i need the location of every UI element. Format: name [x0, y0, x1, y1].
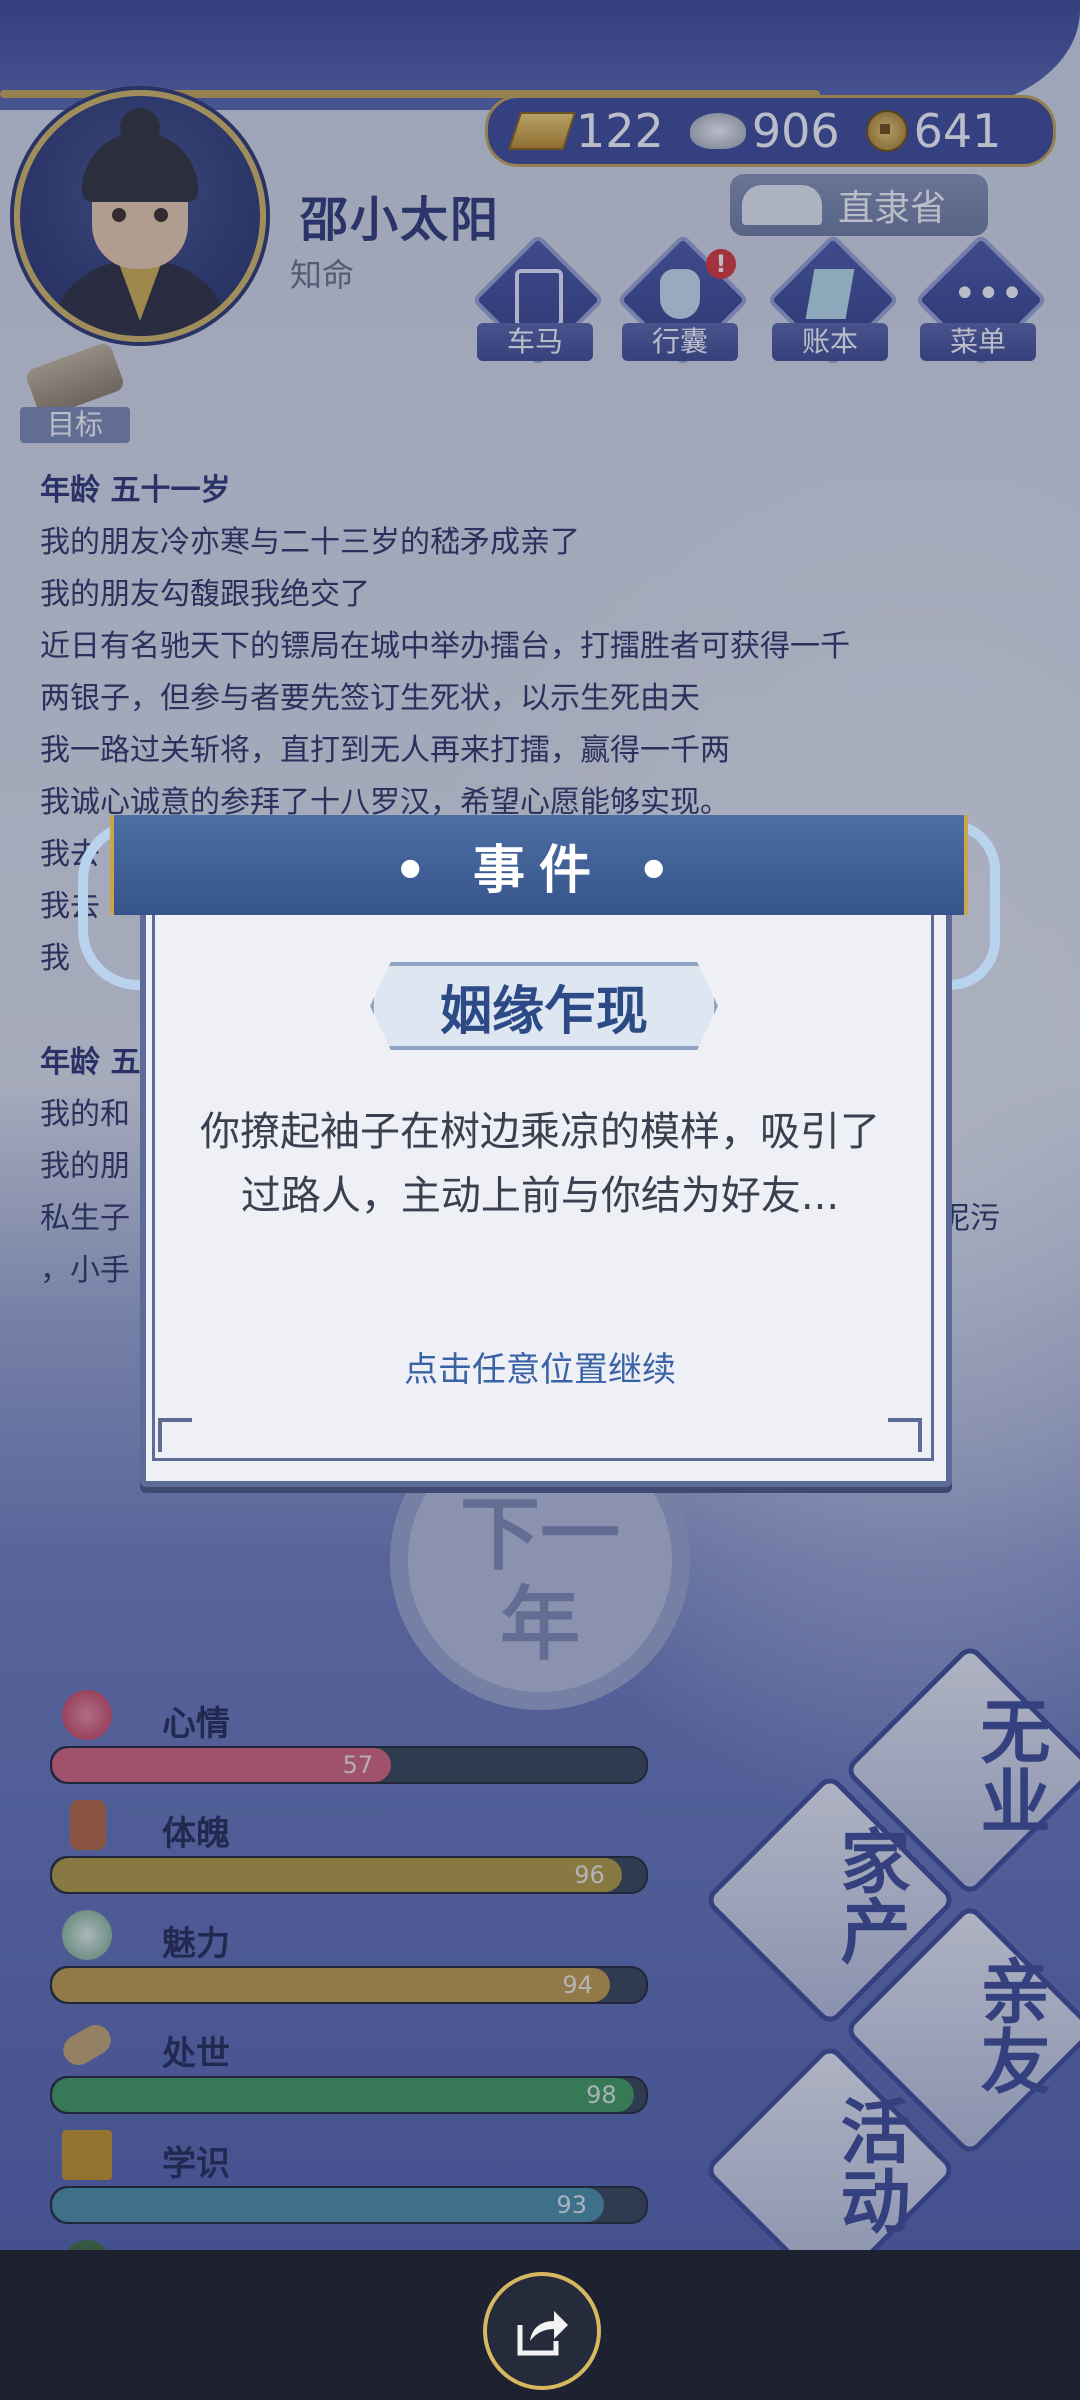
- corner-ornament: [888, 1418, 922, 1452]
- corner-ornament: [158, 1418, 192, 1452]
- continue-hint[interactable]: 点击任意位置继续: [200, 1342, 880, 1391]
- share-button[interactable]: [483, 2272, 601, 2390]
- event-title: 姻缘乍现: [370, 962, 718, 1050]
- event-body: 你撩起袖子在树边乘凉的模样，吸引了过路人，主动上前与你结为好友...: [200, 1109, 880, 1219]
- share-icon: [517, 2311, 568, 2356]
- event-dialog-header: • 事件 •: [110, 815, 968, 915]
- event-header-label: • 事件 •: [393, 840, 685, 901]
